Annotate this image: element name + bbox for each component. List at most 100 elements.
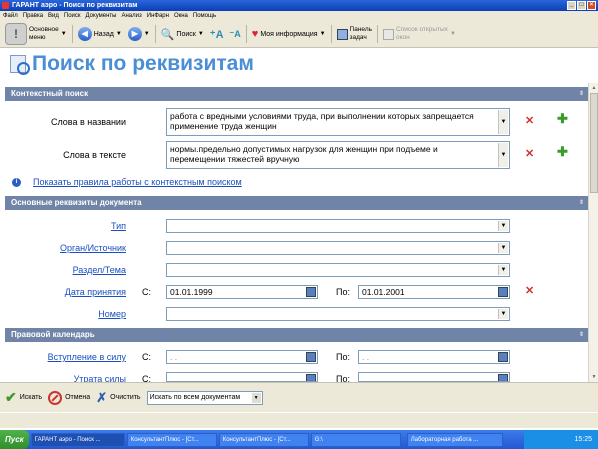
- text-words-label: Слова в тексте: [63, 150, 126, 160]
- dropdown-arrow-icon[interactable]: ▼: [498, 221, 508, 231]
- back-button[interactable]: ◀ Назад ▼: [75, 23, 125, 45]
- calendar-icon[interactable]: [306, 287, 316, 297]
- taskbar-item[interactable]: ГАРАНТ аэро - Поиск ...: [30, 432, 125, 447]
- search-submit-button[interactable]: ✔ Искать: [5, 389, 42, 406]
- toolbar-divider: [330, 25, 332, 43]
- dropdown-arrow-icon[interactable]: ▼: [251, 392, 261, 403]
- close-button[interactable]: ×: [587, 1, 596, 10]
- collapse-icon[interactable]: ⇕: [579, 196, 584, 210]
- scrollbar-thumb[interactable]: [590, 93, 598, 193]
- add-icon[interactable]: ✚: [557, 144, 568, 160]
- toolbar-divider: [245, 25, 247, 43]
- title-words-value: работа с вредными условиями труда, при в…: [170, 111, 474, 131]
- doc-attributes-header[interactable]: Основные реквизиты документа ⇕: [5, 196, 588, 210]
- taskbar-item[interactable]: КонсультантПлюс - [Ст...: [126, 432, 217, 447]
- delete-icon[interactable]: ✕: [525, 284, 534, 297]
- effective-from-value: . .: [170, 352, 178, 362]
- search-scope-select[interactable]: Искать по всем документам ▼: [146, 390, 263, 405]
- maximize-button[interactable]: □: [577, 1, 586, 10]
- clock: 15:25: [574, 436, 592, 443]
- calendar-icon[interactable]: [306, 374, 316, 381]
- dropdown-arrow-icon[interactable]: ▼: [498, 110, 508, 134]
- start-button[interactable]: Пуск: [0, 430, 29, 449]
- effective-to-label: По:: [336, 352, 350, 362]
- effective-to-input[interactable]: . .: [358, 350, 510, 364]
- date-to-input[interactable]: 01.01.2001: [358, 285, 510, 299]
- task-panel-button[interactable]: Панель задач: [334, 23, 375, 45]
- menu-windows[interactable]: Окна: [174, 11, 188, 21]
- system-tray: 15:25: [524, 430, 598, 449]
- menu-search[interactable]: Поиск: [64, 11, 81, 21]
- menu-file[interactable]: Файл: [3, 11, 18, 21]
- delete-icon[interactable]: ✕: [525, 114, 534, 127]
- menu-view[interactable]: Вид: [48, 11, 59, 21]
- number-label-link[interactable]: Номер: [20, 309, 126, 319]
- calendar-icon[interactable]: [498, 352, 508, 362]
- title-words-label: Слова в названии: [50, 117, 126, 127]
- taskbar-item[interactable]: КонсультантПлюс - [Ст...: [218, 432, 309, 447]
- menu-help[interactable]: Помощь: [193, 11, 216, 21]
- effective-label-link[interactable]: Вступление в силу: [20, 352, 126, 362]
- title-words-input[interactable]: работа с вредными условиями труда, при в…: [166, 108, 510, 136]
- source-label-link[interactable]: Орган/Источник: [20, 243, 126, 253]
- chevron-down-icon: ▼: [449, 31, 456, 37]
- dropdown-arrow-icon[interactable]: ▼: [498, 143, 508, 167]
- vertical-scrollbar[interactable]: ▲ ▼: [588, 83, 598, 382]
- text-words-input[interactable]: нормы.предельно допустимых нагрузок для …: [166, 141, 510, 169]
- effective-from-input[interactable]: . .: [166, 350, 318, 364]
- date-to-label: По:: [336, 287, 350, 297]
- menu-infarn[interactable]: ИнФарн: [147, 11, 169, 21]
- collapse-icon[interactable]: ⇕: [579, 87, 584, 101]
- menu-analysis[interactable]: Анализ: [121, 11, 141, 21]
- font-increase-button[interactable]: ⁺A: [207, 23, 227, 45]
- scroll-up-icon[interactable]: ▲: [590, 84, 598, 92]
- calendar-icon[interactable]: [498, 287, 508, 297]
- cancel-button[interactable]: Отмена: [48, 390, 90, 405]
- effective-from-label: С:: [142, 352, 151, 362]
- type-label-link[interactable]: Тип: [20, 221, 126, 231]
- menu-documents[interactable]: Документы: [86, 11, 117, 21]
- taskbar-item[interactable]: Лабораторная работа ...: [406, 432, 503, 447]
- date-from-input[interactable]: 01.01.1999: [166, 285, 318, 299]
- expiry-to-input[interactable]: . .: [358, 372, 510, 382]
- delete-icon[interactable]: ✕: [525, 147, 534, 160]
- search-button[interactable]: 🔍 Поиск ▼: [158, 23, 207, 45]
- menu-edit[interactable]: Правка: [23, 11, 43, 21]
- font-decrease-icon: ⁻A: [229, 28, 241, 39]
- info-icon: i: [12, 178, 21, 187]
- toolbar: Основное меню ▼ ◀ Назад ▼ ▶ ▼ 🔍 Поиск ▼ …: [0, 21, 598, 48]
- open-windows-label-2: окон: [396, 34, 410, 41]
- section-select[interactable]: ▼: [166, 263, 510, 277]
- dropdown-arrow-icon[interactable]: ▼: [498, 309, 508, 319]
- calendar-icon[interactable]: [306, 352, 316, 362]
- windows-list-icon: [383, 28, 395, 40]
- section-label-link[interactable]: Раздел/Тема: [20, 265, 126, 275]
- dropdown-arrow-icon[interactable]: ▼: [498, 265, 508, 275]
- date-label-link[interactable]: Дата принятия: [20, 287, 126, 297]
- collapse-icon[interactable]: ⇕: [579, 328, 584, 342]
- my-info-button[interactable]: ♥ Моя информация ▼: [249, 23, 329, 45]
- number-select[interactable]: ▼: [166, 307, 510, 321]
- main-menu-button[interactable]: Основное меню ▼: [2, 23, 70, 45]
- add-icon[interactable]: ✚: [557, 111, 568, 127]
- source-select[interactable]: ▼: [166, 241, 510, 255]
- show-rules-link[interactable]: Показать правила работы с контекстным по…: [33, 177, 242, 187]
- forward-button[interactable]: ▶ ▼: [125, 23, 153, 45]
- search-label: Поиск: [176, 30, 196, 38]
- main-menu-label-2: меню: [29, 34, 46, 41]
- clear-button[interactable]: ✗ Очистить: [96, 390, 140, 406]
- window-controls: _ □ ×: [567, 1, 596, 10]
- taskbar-item[interactable]: G:\: [310, 432, 401, 447]
- scroll-down-icon[interactable]: ▼: [590, 373, 598, 381]
- calendar-icon[interactable]: [498, 374, 508, 381]
- expiry-from-input[interactable]: . .: [166, 372, 318, 382]
- minimize-button[interactable]: _: [567, 1, 576, 10]
- legal-calendar-header[interactable]: Правовой календарь ⇕: [5, 328, 588, 342]
- open-windows-button[interactable]: Список открытых окон ▼: [380, 23, 459, 45]
- search-scope-value: Искать по всем документам: [149, 393, 241, 401]
- context-search-header[interactable]: Контекстный поиск ⇕: [5, 87, 588, 101]
- dropdown-arrow-icon[interactable]: ▼: [498, 243, 508, 253]
- font-decrease-button[interactable]: ⁻A: [227, 23, 244, 45]
- clear-label: Очистить: [110, 394, 141, 401]
- type-select[interactable]: ▼: [166, 219, 510, 233]
